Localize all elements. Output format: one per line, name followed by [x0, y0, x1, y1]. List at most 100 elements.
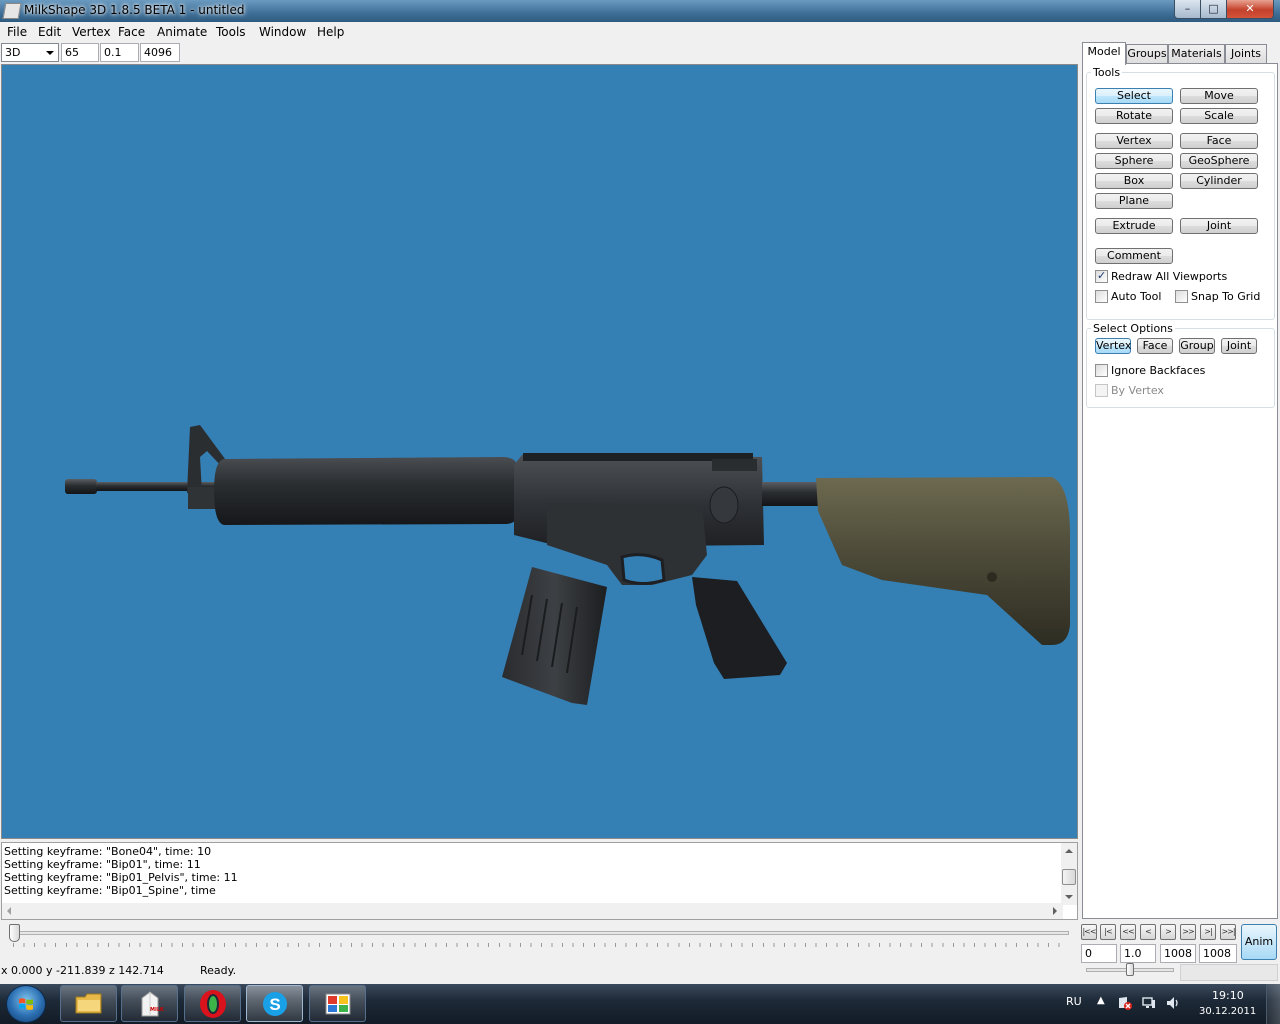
rewind-button[interactable]: << [1120, 924, 1136, 940]
end-frame-field[interactable]: 1008 [1199, 944, 1237, 963]
scroll-thumb[interactable] [1062, 869, 1076, 885]
snap-to-grid-label: Snap To Grid [1191, 290, 1261, 303]
message-log[interactable]: Setting keyframe: "Bone04", time: 10 Set… [1, 842, 1078, 920]
taskbar-milkshape[interactable]: MILK [121, 985, 178, 1022]
taskbar-opera[interactable] [184, 985, 241, 1022]
show-desktop-button[interactable] [1266, 984, 1280, 1024]
menu-bar: File Edit Vertex Face Animate Tools Wind… [0, 22, 1280, 42]
scroll-right-icon[interactable] [1053, 907, 1057, 915]
select-vertex-button[interactable]: Vertex [1095, 338, 1131, 354]
by-vertex-checkbox: By Vertex [1095, 384, 1215, 398]
opera-icon [200, 990, 226, 1018]
action-center-icon[interactable] [1118, 996, 1132, 1010]
log-line: Setting keyframe: "Bip01", time: 11 [4, 858, 201, 871]
box-button[interactable]: Box [1095, 173, 1173, 189]
next-key-button[interactable]: >| [1200, 924, 1216, 940]
checkbox-icon [1095, 290, 1108, 303]
show-hidden-icons-icon[interactable]: ▲ [1097, 995, 1105, 1006]
select-joint-button[interactable]: Joint [1221, 338, 1257, 354]
last-frame-button[interactable]: >>| [1220, 924, 1236, 940]
menu-edit[interactable]: Edit [38, 25, 61, 39]
rotate-button[interactable]: Rotate [1095, 108, 1173, 124]
log-line: Setting keyframe: "Bip01_Spine", time [4, 884, 216, 897]
animation-controls: |<< |< << < > >> >| >>| 0 1.0 1008 1008 … [1080, 921, 1280, 983]
next-frame-button[interactable]: > [1160, 924, 1176, 940]
face-tool-button[interactable]: Face [1180, 133, 1258, 149]
log-vertical-scrollbar[interactable] [1061, 843, 1077, 905]
flash-hider [65, 479, 97, 494]
speed-field[interactable]: 1.0 [1120, 944, 1156, 963]
sphere-button[interactable]: Sphere [1095, 153, 1173, 169]
minimize-button[interactable]: – [1174, 0, 1201, 19]
vertex-tool-button[interactable]: Vertex [1095, 133, 1173, 149]
select-face-button[interactable]: Face [1137, 338, 1173, 354]
near-clip-field[interactable]: 0.1 [100, 43, 139, 62]
timeline-ticks [13, 943, 1069, 947]
skype-icon: S [263, 992, 287, 1016]
first-frame-button[interactable]: |<< [1081, 924, 1097, 940]
cursor-coordinates: x 0.000 y -211.839 z 142.714 [1, 964, 164, 977]
geosphere-button[interactable]: GeoSphere [1180, 153, 1258, 169]
current-frame-field[interactable]: 0 [1081, 944, 1117, 963]
by-vertex-label: By Vertex [1111, 384, 1164, 397]
start-frame-field[interactable]: 1008 [1160, 944, 1196, 963]
redraw-all-viewports-checkbox[interactable]: Redraw All Viewports [1095, 269, 1265, 284]
tab-joints[interactable]: Joints [1225, 44, 1267, 64]
scroll-left-icon[interactable] [7, 907, 11, 915]
menu-vertex[interactable]: Vertex [72, 25, 111, 39]
snap-to-grid-checkbox[interactable]: Snap To Grid [1175, 290, 1265, 304]
checkbox-checked-icon [1095, 269, 1108, 283]
checkbox-icon [1095, 364, 1108, 377]
select-options-label: Select Options [1091, 322, 1175, 335]
milkshape-app-icon[interactable] [2, 3, 22, 19]
menu-face[interactable]: Face [118, 25, 145, 39]
extrude-button[interactable]: Extrude [1095, 218, 1173, 234]
menu-file[interactable]: File [7, 25, 27, 39]
far-clip-field[interactable]: 4096 [140, 43, 180, 62]
plane-button[interactable]: Plane [1095, 193, 1173, 209]
joint-tool-button[interactable]: Joint [1180, 218, 1258, 234]
tab-materials[interactable]: Materials [1168, 44, 1225, 64]
move-button[interactable]: Move [1180, 88, 1258, 104]
scroll-up-icon[interactable] [1065, 849, 1073, 853]
taskbar-explorer[interactable] [60, 985, 117, 1022]
prev-key-button[interactable]: |< [1100, 924, 1116, 940]
scroll-down-icon[interactable] [1065, 895, 1073, 899]
tab-groups[interactable]: Groups [1126, 44, 1168, 64]
scale-button[interactable]: Scale [1180, 108, 1258, 124]
fov-field[interactable]: 65 [61, 43, 99, 62]
forward-assist [709, 486, 739, 524]
start-button[interactable] [6, 985, 46, 1023]
close-button[interactable]: ✕ [1226, 0, 1274, 19]
menu-animate[interactable]: Animate [157, 25, 207, 39]
log-horizontal-scrollbar[interactable] [2, 903, 1063, 919]
clock-date[interactable]: 30.12.2011 [1199, 1006, 1256, 1017]
tab-model[interactable]: Model [1082, 42, 1126, 65]
language-indicator[interactable]: RU [1066, 995, 1082, 1008]
menu-help[interactable]: Help [317, 25, 344, 39]
taskbar-paint[interactable] [309, 985, 366, 1022]
timeline-track[interactable] [9, 931, 1069, 935]
3d-viewport[interactable] [1, 64, 1078, 839]
checkbox-disabled-icon [1095, 384, 1108, 397]
fast-forward-button[interactable]: >> [1180, 924, 1196, 940]
menu-window[interactable]: Window [259, 25, 306, 39]
log-line: Setting keyframe: "Bone04", time: 10 [4, 845, 212, 858]
taskbar-skype[interactable]: S [246, 985, 303, 1022]
cylinder-button[interactable]: Cylinder [1180, 173, 1258, 189]
auto-tool-checkbox[interactable]: Auto Tool [1095, 290, 1165, 304]
anim-mode-button[interactable]: Anim [1241, 924, 1277, 960]
select-button[interactable]: Select [1095, 88, 1173, 104]
clock-time[interactable]: 19:10 [1212, 989, 1244, 1002]
network-icon[interactable] [1142, 996, 1156, 1010]
view-mode-select[interactable]: 3D [1, 43, 59, 62]
menu-tools[interactable]: Tools [216, 25, 246, 39]
select-group-button[interactable]: Group [1179, 338, 1215, 354]
speed-slider-thumb[interactable] [1126, 963, 1134, 976]
comment-button[interactable]: Comment [1095, 248, 1173, 264]
maximize-button[interactable]: □ [1200, 0, 1227, 19]
timeline-slider-thumb[interactable] [9, 924, 20, 942]
prev-frame-button[interactable]: < [1140, 924, 1156, 940]
ignore-backfaces-checkbox[interactable]: Ignore Backfaces [1095, 364, 1215, 378]
volume-icon[interactable] [1166, 996, 1180, 1010]
